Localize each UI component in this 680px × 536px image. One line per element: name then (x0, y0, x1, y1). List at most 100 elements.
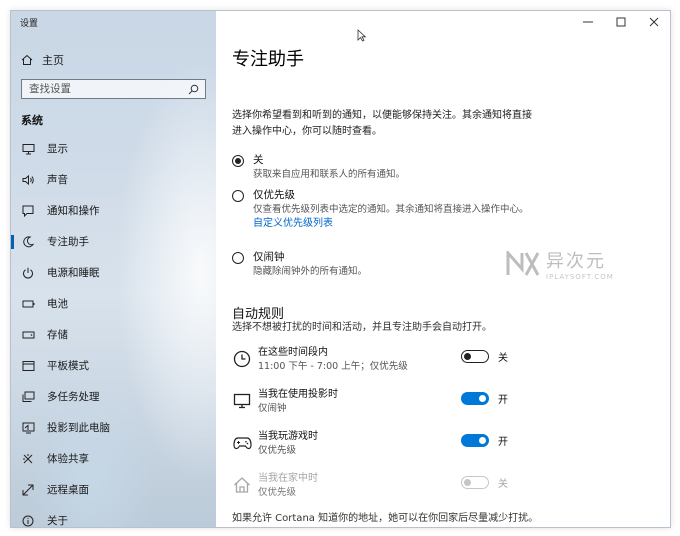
gamepad-icon (232, 433, 252, 453)
home-icon (21, 54, 33, 65)
remote-desktop-icon (21, 483, 35, 497)
monitor-icon (21, 142, 35, 156)
option-subtitle: 仅查看优先级列表中选定的通知。其余通知将直接进入操作中心。 (253, 204, 529, 215)
radio-alarms-only[interactable] (232, 252, 244, 264)
search-input[interactable] (29, 83, 179, 95)
info-icon (21, 514, 35, 528)
watermark-cn: 异次元 (546, 251, 606, 272)
option-subtitle: 获取来自应用和联系人的所有通知。 (253, 169, 406, 180)
share-icon (21, 452, 35, 466)
page-title: 专注助手 (232, 49, 304, 70)
cortana-note: 如果允许 Cortana 知道你的地址，她可以在你回家后尽量减少打扰。 (232, 513, 532, 524)
logo-icon (506, 251, 540, 276)
sidebar-nav: 显示 声音 通知和操作 专注助手 电源和睡眠 电池 存储 平板模式 多任务处理 … (11, 133, 216, 528)
settings-window: 设置 主页 系统 显示 声音 通知和操作 专注 (10, 10, 671, 528)
rule-name: 当我在家中时 (258, 473, 318, 484)
toggle-state-label: 关 (498, 353, 508, 364)
sidebar-item-label: 多任务处理 (47, 391, 100, 403)
maximize-button[interactable] (604, 11, 637, 33)
rule-at-home: 当我在家中时 仅优先级 关 (232, 472, 522, 504)
sidebar-item-label: 显示 (47, 143, 68, 155)
rule-name: 当我玩游戏时 (258, 431, 318, 442)
home-link[interactable]: 主页 (21, 51, 64, 69)
sidebar: 设置 主页 系统 显示 声音 通知和操作 专注 (11, 11, 216, 527)
sidebar-item-project-to-pc[interactable]: 投影到此电脑 (11, 412, 216, 443)
radio-priority-only[interactable] (232, 190, 244, 202)
speaker-icon (21, 173, 35, 187)
tablet-icon (21, 359, 35, 373)
rule-toggle-gaming[interactable] (461, 434, 489, 447)
sidebar-item-display[interactable]: 显示 (11, 133, 216, 164)
rule-value: 仅优先级 (258, 487, 297, 498)
sidebar-item-label: 电池 (47, 298, 68, 310)
section-label-system: 系统 (21, 114, 43, 127)
rule-name: 在这些时间段内 (258, 347, 328, 358)
window-title: 设置 (20, 19, 39, 29)
rule-toggle-at-home (461, 476, 489, 489)
battery-icon (21, 297, 35, 311)
option-off[interactable]: 关 获取来自应用和联系人的所有通知。 (232, 153, 533, 181)
close-button[interactable] (637, 11, 670, 33)
display-icon (232, 391, 252, 411)
house-icon (232, 475, 252, 495)
rule-gaming[interactable]: 当我玩游戏时 仅优先级 开 (232, 430, 522, 462)
auto-rules-description: 选择不想被打扰的时间和活动，并且专注助手会自动打开。 (232, 322, 492, 333)
sidebar-item-label: 投影到此电脑 (47, 422, 110, 434)
rule-value: 仅闹钟 (258, 403, 287, 414)
caption-buttons (571, 11, 670, 33)
sidebar-item-tablet-mode[interactable]: 平板模式 (11, 350, 216, 381)
option-title: 仅闹钟 (253, 251, 285, 263)
option-priority-only[interactable]: 仅优先级 仅查看优先级列表中选定的通知。其余通知将直接进入操作中心。 自定义优先… (232, 188, 533, 231)
rule-name: 当我在使用投影时 (258, 389, 338, 400)
watermark-logo: 异次元 IPLAYSOFT.COM (506, 247, 614, 281)
mouse-cursor-icon (357, 29, 366, 42)
notification-icon (21, 204, 35, 218)
option-title: 仅优先级 (253, 189, 295, 201)
storage-icon (21, 328, 35, 342)
search-icon[interactable] (188, 84, 199, 95)
sidebar-item-label: 声音 (47, 174, 68, 186)
project-icon (21, 421, 35, 435)
rule-toggle-projecting[interactable] (461, 392, 489, 405)
sidebar-item-multitasking[interactable]: 多任务处理 (11, 381, 216, 412)
sidebar-item-label: 通知和操作 (47, 205, 100, 217)
sidebar-item-focus-assist[interactable]: 专注助手 (11, 226, 216, 257)
moon-icon (21, 235, 35, 249)
option-subtitle: 隐藏除闹钟外的所有通知。 (253, 266, 368, 277)
toggle-state-label: 开 (498, 395, 508, 406)
toggle-state-label: 关 (498, 479, 508, 490)
sidebar-item-label: 远程桌面 (47, 484, 89, 496)
option-title: 关 (253, 154, 264, 166)
toggle-state-label: 开 (498, 437, 508, 448)
sidebar-item-remote-desktop[interactable]: 远程桌面 (11, 474, 216, 505)
sidebar-item-label: 电源和睡眠 (47, 267, 100, 279)
sidebar-item-shared-experiences[interactable]: 体验共享 (11, 443, 216, 474)
customize-priority-list-link[interactable]: 自定义优先级列表 (253, 216, 533, 231)
sidebar-item-sound[interactable]: 声音 (11, 164, 216, 195)
sidebar-item-label: 平板模式 (47, 360, 89, 372)
rule-toggle-time-range[interactable] (461, 350, 489, 363)
minimize-button[interactable] (571, 11, 604, 33)
home-label: 主页 (42, 54, 64, 67)
sidebar-item-label: 存储 (47, 329, 68, 341)
radio-off[interactable] (232, 155, 244, 167)
sidebar-item-label: 关于 (47, 515, 68, 527)
watermark-en: IPLAYSOFT.COM (546, 273, 614, 281)
sidebar-item-power-sleep[interactable]: 电源和睡眠 (11, 257, 216, 288)
clock-icon (232, 349, 252, 369)
rule-projecting[interactable]: 当我在使用投影时 仅闹钟 开 (232, 388, 522, 420)
sidebar-item-notifications[interactable]: 通知和操作 (11, 195, 216, 226)
rule-value: 仅优先级 (258, 445, 297, 456)
rule-time-range[interactable]: 在这些时间段内 11:00 下午 - 7:00 上午；仅优先级 关 (232, 346, 522, 378)
power-icon (21, 266, 35, 280)
rule-value: 11:00 下午 - 7:00 上午；仅优先级 (258, 361, 408, 372)
option-alarms-only[interactable]: 仅闹钟 隐藏除闹钟外的所有通知。 (232, 250, 533, 278)
page-description: 选择你希望看到和听到的通知，以便能够保持关注。其余通知将直接进入操作中心，你可以… (232, 110, 532, 137)
sidebar-item-battery[interactable]: 电池 (11, 288, 216, 319)
sidebar-item-label: 体验共享 (47, 453, 89, 465)
sidebar-item-storage[interactable]: 存储 (11, 319, 216, 350)
sidebar-item-about[interactable]: 关于 (11, 505, 216, 528)
search-box[interactable] (21, 79, 206, 99)
sidebar-item-label: 专注助手 (47, 236, 89, 248)
multitask-icon (21, 390, 35, 404)
